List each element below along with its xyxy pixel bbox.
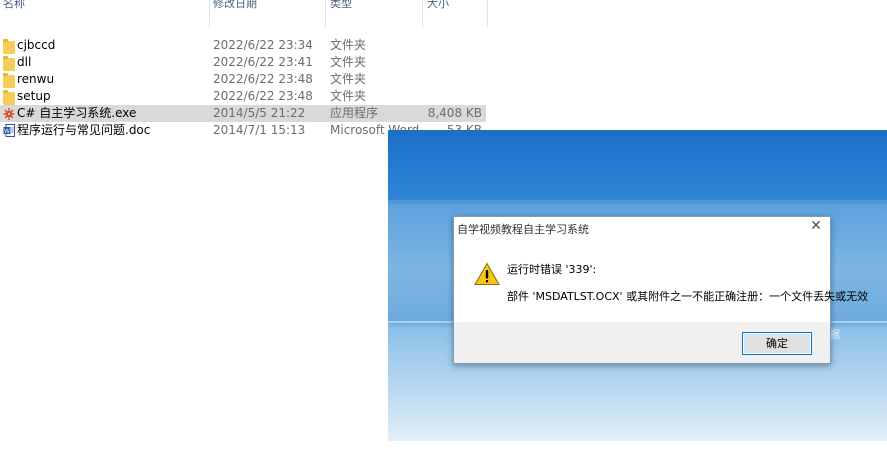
file-size: 8,408 KB [427, 106, 482, 120]
file-date: 2014/5/5 21:22 [213, 106, 306, 120]
file-date: 2014/7/1 15:13 [213, 123, 306, 137]
close-icon[interactable]: ✕ [809, 219, 823, 233]
svg-text:W: W [4, 128, 10, 135]
file-date: 2022/6/22 23:41 [213, 55, 313, 69]
ok-button[interactable]: 确定 [742, 332, 812, 355]
exe-icon [3, 108, 15, 120]
column-header-type[interactable]: 类型 [330, 0, 352, 11]
file-name: dll [17, 55, 32, 69]
file-type: 应用程序 [330, 106, 379, 120]
error-code-text: 运行时错误 '339': [507, 263, 597, 276]
file-type: 文件夹 [330, 89, 367, 103]
column-divider[interactable] [487, 0, 488, 28]
error-detail-text: 部件 'MSDATLST.OCX' 或其附件之一不能正确注册：一个文件丢失或无效 [507, 290, 869, 303]
runtime-error-dialog: 自学视频教程自主学习系统 ✕ 运行时错误 '339': 部件 'MSDATLST… [453, 216, 868, 364]
word-doc-icon: W [3, 124, 15, 137]
column-header-size[interactable]: 大小 [427, 0, 449, 11]
background-text: 据 [830, 330, 840, 341]
dialog-title: 自学视频教程自主学习系统 [457, 223, 589, 236]
file-row[interactable]: setup 2022/6/22 23:48 文件夹 [0, 88, 486, 105]
file-name: 程序运行与常见问题.doc [17, 123, 151, 137]
file-name: cjbccd [17, 38, 56, 52]
folder-icon [3, 73, 15, 88]
file-type: 文件夹 [330, 55, 367, 69]
file-row[interactable]: cjbccd 2022/6/22 23:34 文件夹 [0, 37, 486, 54]
file-name: C# 自主学习系统.exe [17, 106, 137, 120]
warning-icon [474, 262, 500, 285]
column-divider[interactable] [209, 0, 210, 28]
file-date: 2022/6/22 23:48 [213, 72, 313, 86]
file-name: renwu [17, 72, 55, 86]
file-date: 2022/6/22 23:34 [213, 38, 313, 52]
file-type: 文件夹 [330, 72, 367, 86]
folder-icon [3, 90, 15, 105]
column-header-name[interactable]: 名称 [3, 0, 25, 11]
file-date: 2022/6/22 23:48 [213, 89, 313, 103]
file-type: 文件夹 [330, 38, 367, 52]
file-row-selected[interactable]: C# 自主学习系统.exe 2014/5/5 21:22 应用程序 8,408 … [0, 105, 486, 122]
header-stripe [388, 200, 887, 204]
file-name: setup [17, 89, 51, 103]
column-header-bar: 名称 修改日期 类型 大小 [0, 0, 490, 28]
column-divider[interactable] [422, 0, 423, 28]
folder-icon [3, 39, 15, 54]
file-row[interactable]: dll 2022/6/22 23:41 文件夹 [0, 54, 486, 71]
column-divider[interactable] [325, 0, 326, 28]
column-header-date[interactable]: 修改日期 [213, 0, 257, 11]
folder-icon [3, 56, 15, 71]
file-row[interactable]: renwu 2022/6/22 23:48 文件夹 [0, 71, 486, 88]
